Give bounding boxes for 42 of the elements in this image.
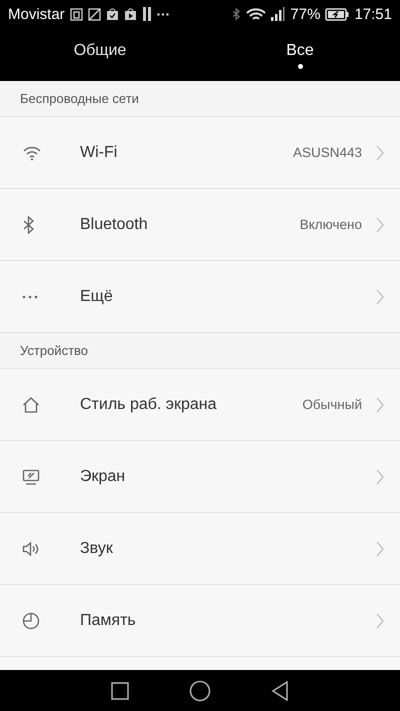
clock: 17:51 bbox=[354, 6, 392, 22]
row-value: Обычный bbox=[302, 397, 362, 412]
speaker-icon bbox=[22, 540, 40, 556]
row-label: Память bbox=[80, 612, 137, 630]
home-icon[interactable] bbox=[189, 680, 211, 702]
row-label: Wi-Fi bbox=[80, 144, 118, 162]
home-icon bbox=[22, 396, 40, 414]
calendar-icon bbox=[70, 8, 83, 20]
monitor-icon bbox=[22, 468, 40, 484]
more-icon bbox=[22, 294, 38, 298]
battery-charging-icon bbox=[325, 8, 350, 20]
row-label: Звук bbox=[80, 540, 114, 558]
row-value: ASUSN443 bbox=[292, 145, 362, 160]
bluetooth-icon bbox=[232, 7, 242, 21]
row-value: Включено bbox=[300, 217, 362, 232]
row-label: Bluetooth bbox=[80, 216, 149, 234]
chevron-icon bbox=[376, 396, 384, 412]
bag-play-icon bbox=[124, 8, 137, 20]
pie-chart-icon bbox=[22, 612, 40, 630]
recents-icon[interactable] bbox=[111, 682, 129, 700]
chevron-icon bbox=[376, 468, 384, 484]
bag-check-icon bbox=[106, 8, 119, 20]
wifi-icon bbox=[22, 144, 42, 160]
chevron-icon bbox=[376, 288, 384, 304]
cell-signal-icon bbox=[271, 7, 286, 21]
chevron-icon bbox=[376, 216, 384, 232]
battery-percent: 77% bbox=[290, 6, 320, 22]
row-label: Ещё bbox=[80, 288, 114, 306]
row-label: Экран bbox=[80, 468, 126, 486]
image-icon bbox=[88, 8, 101, 20]
chevron-icon bbox=[376, 540, 384, 556]
bluetooth-icon bbox=[22, 216, 36, 234]
row-label: Стиль раб. экрана bbox=[80, 396, 218, 414]
tab[interactable]: Общие bbox=[0, 28, 200, 81]
chevron-icon bbox=[376, 612, 384, 628]
carrier-name: Movistar bbox=[8, 6, 65, 22]
tab[interactable]: Все bbox=[200, 28, 400, 81]
more-icon bbox=[156, 12, 169, 16]
chevron-icon bbox=[376, 144, 384, 160]
back-icon[interactable] bbox=[271, 680, 289, 700]
pause-icon bbox=[142, 7, 152, 21]
wifi-signal-icon bbox=[246, 6, 266, 22]
